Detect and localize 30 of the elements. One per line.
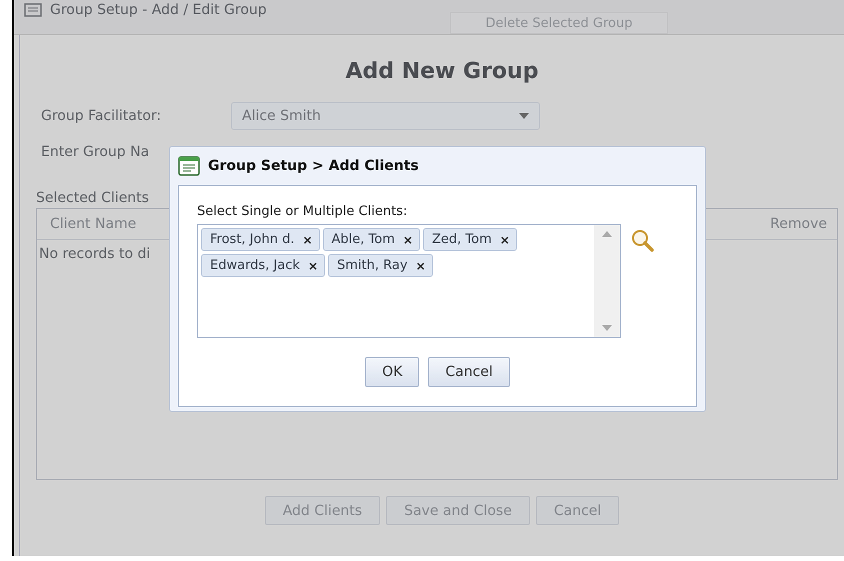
client-name: Zed, Tom [432,232,492,247]
window-icon [178,156,200,176]
column-header: Remove [770,216,827,232]
window-title: Group Setup - Add / Edit Group [50,2,267,18]
scroll-up-icon[interactable] [602,231,612,237]
remove-tag-button[interactable]: × [302,232,313,246]
client-name: Able, Tom [332,232,395,247]
client-name: Edwards, Jack [210,258,300,273]
dialog-title: Group Setup > Add Clients [208,158,419,174]
field-label: Select Single or Multiple Clients: [197,204,408,219]
empty-message: No records to di [39,246,150,262]
column-header: Client Name [50,216,136,232]
scroll-down-icon[interactable] [602,325,612,331]
client-name: Frost, John d. [210,232,294,247]
section-label: Selected Clients [36,190,150,206]
window-icon [24,3,42,17]
remove-tag-button[interactable]: × [500,232,510,246]
remove-tag-button[interactable]: × [308,258,318,272]
clients-multiselect[interactable]: Frost, John d. × Able, Tom × Zed, Tom × Edwards, Jack × Smith, Ray × [197,224,621,338]
dialog-button[interactable]: OK [365,357,420,387]
remove-tag-button[interactable]: × [402,232,413,246]
client-name: Smith, Ray [337,258,408,273]
field-label: Enter Group Na [41,144,150,160]
search-icon[interactable] [631,229,655,253]
scrollbar[interactable] [594,225,620,337]
caret-icon [519,113,529,119]
dialog-button[interactable]: Cancel [428,357,510,387]
field-label: Group Facilitator: [41,108,162,124]
remove-tag-button[interactable]: × [416,258,426,272]
page-heading: Add New Group [344,59,540,84]
